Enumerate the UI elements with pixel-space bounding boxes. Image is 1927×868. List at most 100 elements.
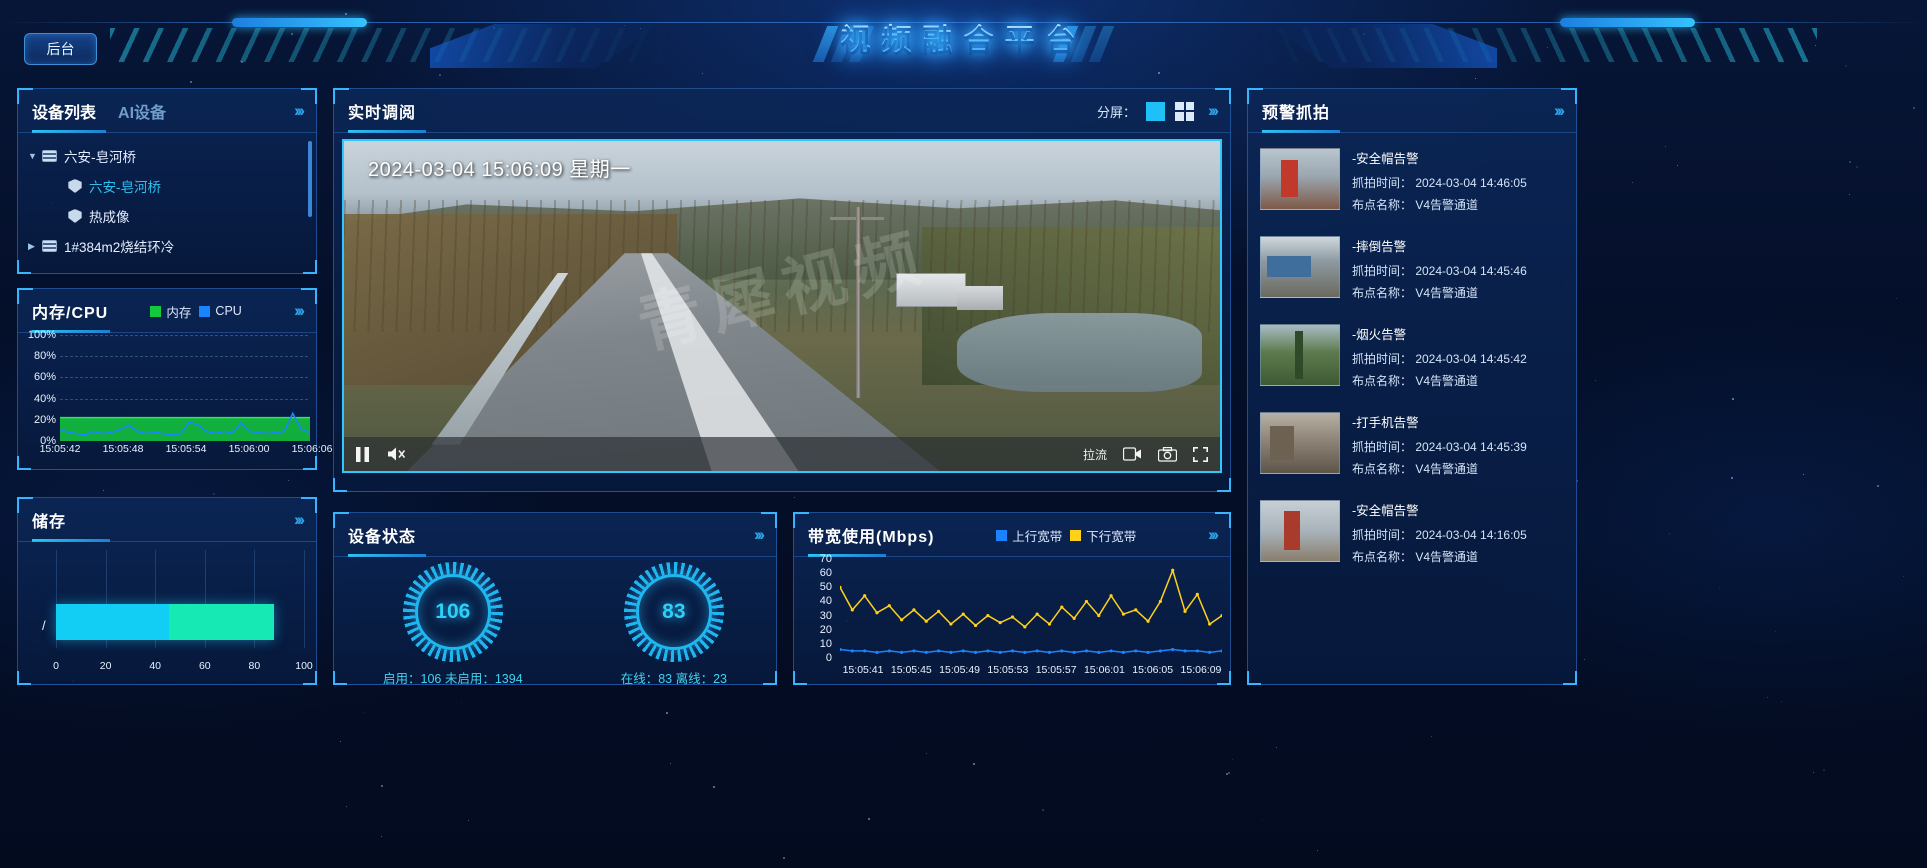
x-tick-label: 40 [149, 660, 161, 672]
live-view-panel: 实时调阅 分屏： ››› 青犀视频 2024-03-04 15:06:09 星期… [333, 88, 1231, 492]
alert-capture-header: 预警抓拍 ››› [1248, 89, 1576, 133]
y-tick-label: 70 [820, 553, 832, 565]
caret-down-icon[interactable] [28, 151, 42, 161]
alert-info: -烟火告警 抓拍时间： 2024-03-04 14:45:42 布点名称： V4告警… [1352, 324, 1566, 394]
dashboard-root: 视频融合平台 后台 设备列表 AI设备 ››› 六安-皂河桥六安-皂河桥热成像1… [0, 0, 1927, 868]
device-list-more-arrows[interactable]: ››› [294, 101, 302, 121]
legend-cpu-label: CPU [215, 304, 241, 318]
x-tick-label: 15:05:53 [987, 664, 1028, 676]
legend-cpu-swatch [199, 306, 210, 317]
y-tick-label: 10 [820, 638, 832, 650]
alert-list-item[interactable]: -打手机告警 抓拍时间： 2024-03-04 14:45:39 布点名称： V4告… [1260, 403, 1566, 491]
alert-list-item[interactable]: -安全帽告警 抓拍时间： 2024-03-04 14:16:05 布点名称： V4告… [1260, 491, 1566, 579]
gauge-online-caption: 在线：83 离线：23 [621, 668, 727, 687]
alert-point-name: 布点名称： V4告警通道 [1352, 460, 1566, 477]
tree-node[interactable]: 六安-皂河桥 [28, 171, 316, 201]
tree-node[interactable]: 六安-皂河桥 [28, 141, 316, 171]
tree-node[interactable]: 小太阳沟调压站 [28, 261, 316, 269]
storage-header: 储存 ››› [18, 498, 316, 542]
bandwidth-panel: 带宽使用(Mbps) 上行宽带 下行宽带 ››› 0 10 20 30 40 50 60 70… [793, 512, 1231, 685]
fullscreen-icon[interactable] [1193, 447, 1208, 462]
x-tick-label: 15:05:54 [166, 443, 207, 455]
record-icon[interactable] [1123, 447, 1142, 461]
y-tick-label: 100% [28, 329, 56, 341]
alert-capture-time: 抓拍时间： 2024-03-04 14:45:39 [1352, 438, 1566, 455]
alert-capture-time: 抓拍时间： 2024-03-04 14:16:05 [1352, 526, 1566, 543]
tree-node[interactable]: 1#384m2烧结环冷 [28, 231, 316, 261]
y-tick-label: 30 [820, 610, 832, 622]
gauge-online-dial: 83 [622, 560, 726, 664]
alert-point-name: 布点名称： V4告警通道 [1352, 284, 1566, 301]
split-4-icon[interactable] [1175, 102, 1194, 121]
folder-icon [42, 150, 57, 162]
legend-downlink-label: 下行宽带 [1086, 526, 1136, 545]
gridline [304, 550, 305, 648]
tree-node[interactable]: 热成像 [28, 201, 316, 231]
folder-icon [42, 240, 57, 252]
alert-list-item[interactable]: -安全帽告警 抓拍时间： 2024-03-04 14:46:05 布点名称： V4告… [1260, 139, 1566, 227]
storage-usage-bar [56, 604, 274, 640]
y-tick-label: 60% [34, 371, 56, 383]
memory-cpu-legend: 内存 CPU [150, 302, 241, 321]
alert-thumbnail[interactable] [1260, 500, 1340, 562]
device-status-more-arrows[interactable]: ››› [754, 525, 762, 545]
video-player[interactable]: 青犀视频 2024-03-04 15:06:09 星期一 拉流 [342, 139, 1222, 473]
caret-right-icon[interactable] [28, 241, 42, 252]
video-timestamp: 2024-03-04 15:06:09 星期一 [368, 153, 631, 182]
mute-icon[interactable] [387, 446, 406, 462]
backend-button[interactable]: 后台 [24, 33, 97, 65]
memory-cpu-panel: 内存/CPU 内存 CPU ››› 0% 20% 40% 60% 80% 100% 15:… [17, 288, 317, 470]
tree-node-label: 六安-皂河桥 [64, 146, 136, 166]
storage-more-arrows[interactable]: ››› [294, 510, 302, 530]
live-view-more-arrows[interactable]: ››› [1208, 101, 1216, 121]
legend-memory-label: 内存 [166, 302, 191, 321]
video-scene-building-2 [957, 286, 1003, 310]
alert-info: -打手机告警 抓拍时间： 2024-03-04 14:45:39 布点名称： V4告… [1352, 412, 1566, 482]
alert-capture-more-arrows[interactable]: ››› [1554, 101, 1562, 121]
tab-device-list[interactable]: 设备列表 [32, 99, 96, 123]
gauge-enabled: 106 启用：106 未启用：1394 [383, 560, 523, 687]
alert-thumbnail[interactable] [1260, 324, 1340, 386]
tree-node-label: 六安-皂河桥 [89, 176, 161, 196]
x-tick-label: 15:05:45 [891, 664, 932, 676]
device-status-gauges: 106 启用：106 未启用：1394 83 在线：83 离线：23 [334, 557, 776, 685]
x-tick-label: 15:05:57 [1036, 664, 1077, 676]
alert-list-item[interactable]: -烟火告警 抓拍时间： 2024-03-04 14:45:42 布点名称： V4告警… [1260, 315, 1566, 403]
bandwidth-more-arrows[interactable]: ››› [1208, 525, 1216, 545]
x-tick-label: 80 [249, 660, 261, 672]
alert-thumbnail[interactable] [1260, 148, 1340, 210]
live-view-title: 实时调阅 [348, 99, 416, 123]
y-tick-label: 40 [820, 595, 832, 607]
y-tick-label: 80% [34, 350, 56, 362]
memory-cpu-plot-area [60, 335, 308, 441]
alert-info: -摔倒告警 抓拍时间： 2024-03-04 14:45:46 布点名称： V4告警… [1352, 236, 1566, 306]
stream-quality-button[interactable]: 拉流 [1083, 446, 1107, 463]
pause-icon[interactable] [356, 447, 369, 462]
legend-memory: 内存 [150, 302, 191, 321]
alert-list: -安全帽告警 抓拍时间： 2024-03-04 14:46:05 布点名称： V4告… [1248, 133, 1576, 681]
alert-thumbnail[interactable] [1260, 412, 1340, 474]
alert-list-item[interactable]: -摔倒告警 抓拍时间： 2024-03-04 14:45:46 布点名称： V4告警… [1260, 227, 1566, 315]
device-tree-scrollbar[interactable] [308, 141, 312, 217]
memory-cpu-y-axis: 0% 20% 40% 60% 80% 100% [18, 335, 58, 441]
memory-cpu-x-axis: 15:05:42 15:05:48 15:05:54 15:06:00 15:06:06 [60, 443, 312, 459]
storage-panel: 储存 ››› / 0 20 40 60 80 100 [17, 497, 317, 685]
storage-x-axis: 0 20 40 60 80 100 [56, 660, 304, 674]
y-tick-label: 40% [34, 393, 56, 405]
device-list-panel: 设备列表 AI设备 ››› 六安-皂河桥六安-皂河桥热成像1#384m2烧结环冷… [17, 88, 317, 274]
split-screen-controls: 分屏： [1097, 102, 1194, 121]
memory-cpu-series [60, 335, 310, 441]
legend-uplink-label: 上行宽带 [1012, 526, 1062, 545]
bandwidth-title: 带宽使用(Mbps) [808, 523, 934, 547]
split-1-icon[interactable] [1146, 102, 1165, 121]
tab-ai-device[interactable]: AI设备 [118, 99, 166, 123]
tree-node-label: 热成像 [89, 206, 130, 226]
memory-cpu-more-arrows[interactable]: ››› [294, 301, 302, 321]
legend-uplink-swatch [996, 530, 1007, 541]
legend-uplink: 上行宽带 [996, 526, 1062, 545]
gauge-enabled-caption: 启用：106 未启用：1394 [383, 668, 523, 687]
bandwidth-header: 带宽使用(Mbps) 上行宽带 下行宽带 ››› [794, 513, 1230, 557]
snapshot-icon[interactable] [1158, 447, 1177, 462]
alert-thumbnail[interactable] [1260, 236, 1340, 298]
memory-cpu-chart: 0% 20% 40% 60% 80% 100% 15:05:42 15:05:48 15:05… [18, 333, 316, 463]
